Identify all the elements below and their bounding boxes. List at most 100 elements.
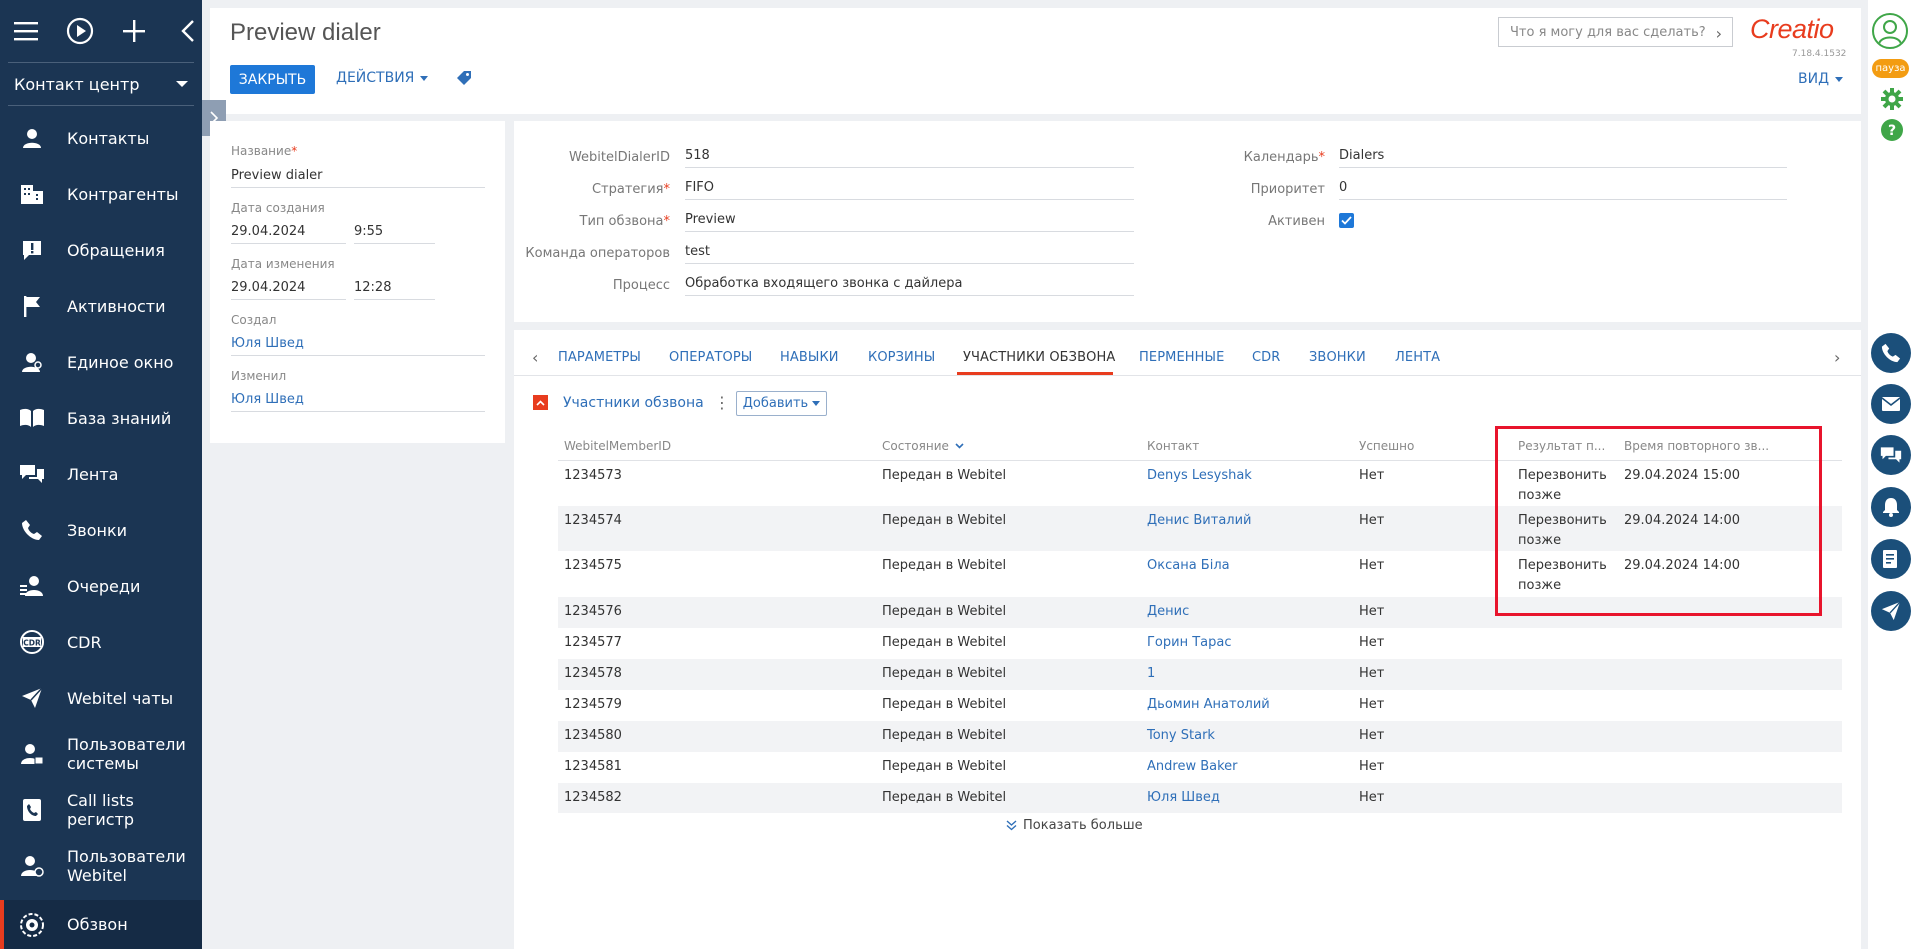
creatio-logo: Creatio bbox=[1750, 14, 1834, 44]
cell-contact-link[interactable]: Юля Швед bbox=[1147, 788, 1220, 808]
table-row[interactable]: 1234578 Передан в Webitel 1 Нет bbox=[558, 659, 1842, 690]
dial-type-field[interactable]: Preview bbox=[685, 212, 1134, 232]
table-row[interactable]: 1234582 Передан в Webitel Юля Швед Нет bbox=[558, 783, 1842, 813]
sidebar-item-accounts[interactable]: Контрагенты bbox=[0, 172, 202, 216]
process-field[interactable]: Обработка входящего звонка с дайлера bbox=[685, 276, 1134, 296]
sidebar-item-label: CDR bbox=[67, 632, 102, 652]
created-date-field[interactable]: 29.04.2024 bbox=[231, 224, 346, 244]
phone-icon[interactable] bbox=[1871, 333, 1911, 373]
priority-field[interactable]: 0 bbox=[1339, 180, 1787, 200]
cell-contact-link[interactable]: Andrew Baker bbox=[1147, 757, 1238, 777]
cell-contact-link[interactable]: 1 bbox=[1147, 664, 1155, 684]
column-header-member-id[interactable]: WebitelMemberID bbox=[564, 439, 671, 453]
section-select[interactable]: Контакт центр bbox=[0, 63, 202, 105]
add-button[interactable]: Добавить bbox=[736, 391, 827, 416]
name-field[interactable]: Preview dialer bbox=[231, 168, 485, 188]
sidebar-item-dialer[interactable]: Обзвон bbox=[0, 900, 202, 949]
cell-success: Нет bbox=[1359, 513, 1385, 528]
table-row[interactable]: 1234579 Передан в Webitel Дьомин Анатоли… bbox=[558, 690, 1842, 721]
add-label: Добавить bbox=[742, 396, 809, 411]
tabs-scroll-right-icon[interactable]: › bbox=[1834, 348, 1840, 367]
email-icon[interactable] bbox=[1871, 384, 1911, 424]
notifications-bell-icon[interactable] bbox=[1871, 487, 1911, 527]
sidebar-item-feed[interactable]: Лента bbox=[0, 452, 202, 496]
created-time-field[interactable]: 9:55 bbox=[354, 224, 435, 244]
sidebar-item-knowledge-base[interactable]: База знаний bbox=[0, 396, 202, 440]
sidebar-item-activities[interactable]: Активности bbox=[0, 284, 202, 328]
tab-variables[interactable]: ПЕРМЕННЫЕ bbox=[1139, 350, 1224, 365]
chat-icon[interactable] bbox=[1871, 435, 1911, 475]
collapse-sidebar-icon[interactable] bbox=[174, 17, 202, 45]
team-field[interactable]: test bbox=[685, 244, 1134, 264]
created-by-link[interactable]: Юля Швед bbox=[231, 336, 485, 356]
sidebar-divider bbox=[8, 105, 194, 106]
dialer-id-field[interactable]: 518 bbox=[685, 148, 1134, 168]
section-title[interactable]: Участники обзвона bbox=[563, 395, 704, 411]
user-avatar[interactable] bbox=[1872, 13, 1908, 49]
cell-contact-link[interactable]: Оксана Біла bbox=[1147, 556, 1230, 576]
gear-icon[interactable] bbox=[1880, 87, 1904, 115]
tab-calls[interactable]: ЗВОНКИ bbox=[1309, 350, 1366, 365]
sidebar-item-cdr[interactable]: CDR CDR bbox=[0, 620, 202, 664]
sidebar-item-contacts[interactable]: Контакты bbox=[0, 116, 202, 160]
dial-type-label: Тип обзвона* bbox=[579, 214, 671, 229]
tab-feed[interactable]: ЛЕНТА bbox=[1395, 350, 1440, 365]
modified-by-link[interactable]: Юля Швед bbox=[231, 392, 485, 412]
sidebar-item-call-lists[interactable]: Call lists регистр bbox=[0, 788, 202, 832]
command-search-input[interactable]: Что я могу для вас сделать? › bbox=[1498, 17, 1733, 47]
view-label: ВИД bbox=[1798, 71, 1830, 87]
column-header-success[interactable]: Успешно bbox=[1359, 439, 1414, 453]
plus-icon[interactable] bbox=[120, 17, 148, 45]
tab-dialer-members[interactable]: УЧАСТНИКИ ОБЗВОНА bbox=[963, 350, 1115, 365]
collapse-section-icon[interactable] bbox=[533, 395, 548, 410]
chevron-right-icon[interactable]: › bbox=[1716, 24, 1722, 43]
close-button[interactable]: ЗАКРЫТЬ bbox=[230, 65, 315, 94]
tabs-scroll-left-icon[interactable]: ‹ bbox=[532, 348, 538, 367]
sidebar-item-single-window[interactable]: Единое окно bbox=[0, 340, 202, 384]
table-row[interactable]: 1234581 Передан в Webitel Andrew Baker Н… bbox=[558, 752, 1842, 783]
section-select-label: Контакт центр bbox=[14, 74, 140, 94]
cell-contact-link[interactable]: Tony Stark bbox=[1147, 726, 1215, 746]
sidebar-item-calls[interactable]: Звонки bbox=[0, 508, 202, 552]
cell-contact-link[interactable]: Denys Lesyshak bbox=[1147, 466, 1252, 486]
tab-parameters[interactable]: ПАРАМЕТРЫ bbox=[558, 350, 641, 365]
actions-button[interactable]: ДЕЙСТВИЯ bbox=[336, 70, 429, 86]
table-row[interactable]: 1234580 Передан в Webitel Tony Stark Нет bbox=[558, 721, 1842, 752]
sidebar-item-queues[interactable]: Очереди bbox=[0, 564, 202, 608]
modified-time-field[interactable]: 12:28 bbox=[354, 280, 435, 300]
tab-operators[interactable]: ОПЕРАТОРЫ bbox=[669, 350, 752, 365]
sidebar-item-label: Звонки bbox=[67, 520, 127, 540]
tab-buckets[interactable]: КОРЗИНЫ bbox=[868, 350, 935, 365]
send-icon[interactable] bbox=[1871, 591, 1911, 631]
show-more-button[interactable]: Показать больше bbox=[1006, 818, 1143, 833]
sidebar-item-cases[interactable]: Обращения bbox=[0, 228, 202, 272]
strategy-field[interactable]: FIFO bbox=[685, 180, 1134, 200]
sidebar-item-webitel-chats[interactable]: Webitel чаты bbox=[0, 676, 202, 720]
cell-contact-link[interactable]: Денис Виталий bbox=[1147, 511, 1252, 531]
view-button[interactable]: ВИД bbox=[1798, 71, 1844, 87]
calendar-field[interactable]: Dialers bbox=[1339, 148, 1787, 168]
play-icon[interactable] bbox=[66, 17, 94, 45]
cell-contact-link[interactable]: Горин Тарас bbox=[1147, 633, 1232, 653]
sidebar-item-webitel-users[interactable]: Пользователи Webitel bbox=[0, 844, 202, 888]
column-header-state[interactable]: Состояние bbox=[882, 439, 964, 453]
tab-skills[interactable]: НАВЫКИ bbox=[780, 350, 839, 365]
cell-member-id: 1234581 bbox=[564, 759, 622, 774]
active-checkbox[interactable] bbox=[1339, 213, 1354, 228]
created-date-label: Дата создания bbox=[231, 201, 325, 215]
cell-contact-link[interactable]: Дьомин Анатолий bbox=[1147, 695, 1270, 715]
tag-icon[interactable] bbox=[456, 70, 472, 90]
modified-date-field[interactable]: 29.04.2024 bbox=[231, 280, 346, 300]
cell-success: Нет bbox=[1359, 790, 1385, 805]
more-options-icon[interactable]: ⋮ bbox=[714, 393, 730, 412]
tab-cdr[interactable]: CDR bbox=[1252, 350, 1280, 365]
cell-contact-link[interactable]: Денис bbox=[1147, 602, 1189, 622]
menu-icon[interactable] bbox=[12, 17, 40, 45]
document-icon[interactable] bbox=[1871, 539, 1911, 579]
help-icon[interactable]: ? bbox=[1880, 118, 1904, 146]
table-row[interactable]: 1234577 Передан в Webitel Горин Тарас Не… bbox=[558, 628, 1842, 659]
sidebar-item-system-users[interactable]: Пользователи системы bbox=[0, 732, 202, 776]
actions-label: ДЕЙСТВИЯ bbox=[336, 70, 415, 86]
column-header-contact[interactable]: Контакт bbox=[1147, 439, 1199, 453]
pause-status-badge[interactable]: пауза bbox=[1872, 59, 1909, 78]
